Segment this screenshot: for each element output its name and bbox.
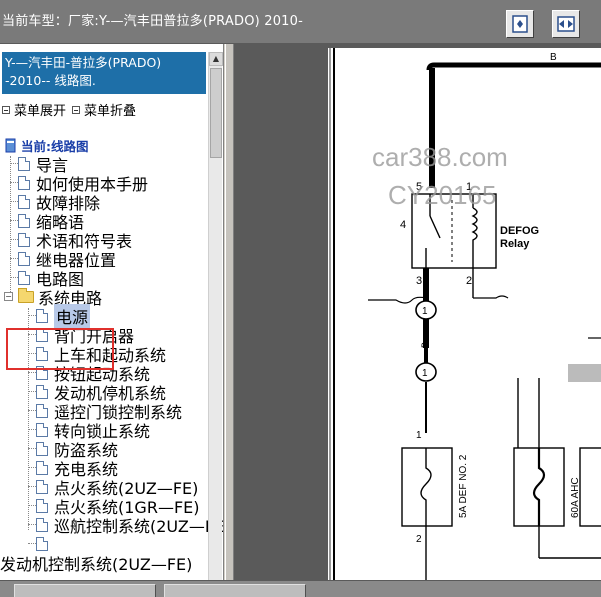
fit-width-icon [557, 16, 575, 32]
collapse-toggle[interactable]: − [4, 292, 13, 301]
diagram-viewer: B 5 1 4 3 2 DEFOG Relay 1 B 1 1 5A DEF N… [234, 44, 601, 580]
scroll-thumb[interactable] [210, 68, 222, 158]
bottom-tab[interactable] [14, 584, 156, 597]
menu-toggle-row: 菜单展开 菜单折叠 [2, 100, 136, 119]
wiring-diagram: B 5 1 4 3 2 DEFOG Relay 1 B 1 1 5A DEF N… [329, 48, 601, 580]
model-header: Y-—汽丰田-普拉多(PRADO) -2010-- 线路图. [2, 52, 206, 94]
wire-label: B [420, 342, 430, 348]
document-icon [18, 251, 30, 266]
watermark-line1: car388.com [372, 142, 508, 172]
fuse-pin: 1 [416, 430, 422, 441]
document-icon [18, 232, 30, 247]
document-icon [36, 403, 48, 418]
document-icon [36, 308, 48, 323]
tree-item[interactable]: 发动机控制系统(2UZ—FE) [0, 553, 193, 574]
pane-splitter[interactable] [225, 44, 234, 580]
bottom-tab[interactable] [164, 584, 306, 597]
document-icon [36, 422, 48, 437]
pin-label: 2 [466, 275, 472, 287]
vehicle-title: 当前车型：厂家:Y-—汽丰田普拉多(PRADO) 2010- [2, 14, 304, 29]
document-icon [18, 270, 30, 285]
fit-width-button[interactable] [552, 10, 580, 38]
connector-label: 1 [422, 368, 428, 379]
bottom-tab-bar [0, 580, 601, 597]
sidebar-scrollbar[interactable]: ▲ [208, 52, 223, 580]
diagram-page: B 5 1 4 3 2 DEFOG Relay 1 B 1 1 5A DEF N… [328, 48, 601, 580]
document-icon [18, 175, 30, 190]
pin-label: 3 [416, 275, 422, 287]
sidebar: Y-—汽丰田-普拉多(PRADO) -2010-- 线路图. 菜单展开 菜单折叠… [0, 44, 224, 580]
expand-icon [2, 105, 10, 114]
collapse-label: 菜单折叠 [84, 104, 137, 119]
document-icon [36, 441, 48, 456]
collapse-menu-button[interactable]: 菜单折叠 [72, 100, 136, 119]
fuse-label: 5A DEF NO. 2 [458, 454, 469, 518]
relay-sub: Relay [500, 238, 530, 250]
document-icon [36, 460, 48, 475]
scroll-up-arrow-icon[interactable]: ▲ [209, 52, 223, 66]
watermark-line2: CY20165 [388, 180, 496, 210]
document-icon [36, 517, 48, 532]
fit-page-button[interactable] [506, 10, 534, 38]
app-window: 当前车型：厂家:Y-—汽丰田普拉多(PRADO) 2010- Y-—汽丰田-普拉… [0, 0, 601, 597]
document-icon [36, 536, 48, 551]
title-bar: 当前车型：厂家:Y-—汽丰田普拉多(PRADO) 2010- [0, 0, 601, 44]
expand-menu-button[interactable]: 菜单展开 [2, 100, 66, 119]
connector-label: 1 [422, 306, 428, 317]
pin-label: 4 [400, 219, 406, 231]
document-icon [36, 498, 48, 513]
expand-label: 菜单展开 [14, 104, 67, 119]
document-icon [18, 156, 30, 171]
relay-name: DEFOG [500, 225, 539, 237]
document-icon [36, 479, 48, 494]
document-icon [18, 194, 30, 209]
fuse-pin: 2 [416, 534, 422, 545]
collapse-icon [72, 105, 81, 114]
highlight-box [6, 328, 114, 370]
tree-item[interactable]: 巡航控制系统(2UZ—FE) [28, 515, 224, 536]
folder-open-icon [18, 287, 34, 303]
book-icon [5, 138, 16, 152]
fit-page-icon [512, 15, 528, 33]
wire-label: B [550, 52, 557, 63]
tree-item-label: 发动机控制系统(2UZ—FE) [0, 554, 193, 574]
document-icon [36, 384, 48, 399]
document-icon [18, 213, 30, 228]
tree-item-label: 巡航控制系统(2UZ—FE) [54, 516, 224, 536]
